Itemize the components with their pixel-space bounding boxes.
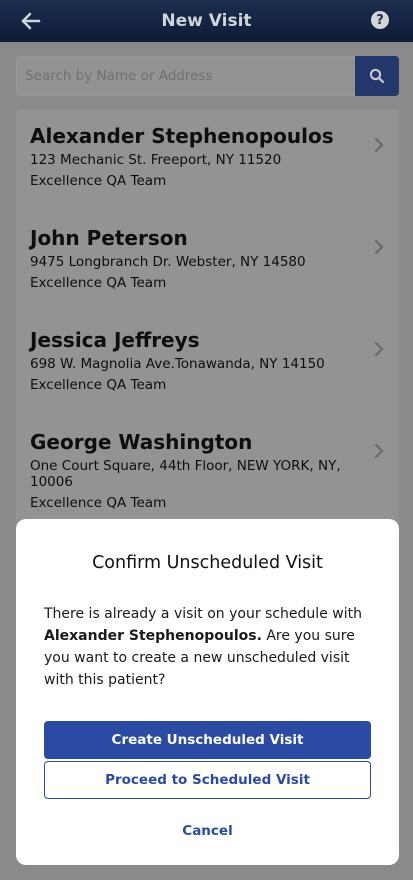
dialog-message-prefix: There is already a visit on your schedul…	[44, 606, 362, 622]
dialog-patient-name: Alexander Stephenopoulos.	[44, 628, 262, 644]
cancel-button[interactable]: Cancel	[44, 823, 371, 839]
dialog-message: There is already a visit on your schedul…	[44, 603, 371, 691]
create-unscheduled-visit-button[interactable]: Create Unscheduled Visit	[44, 721, 371, 759]
confirm-dialog: Confirm Unscheduled Visit There is alrea…	[16, 519, 399, 865]
proceed-scheduled-visit-button[interactable]: Proceed to Scheduled Visit	[44, 761, 371, 799]
dialog-title: Confirm Unscheduled Visit	[92, 553, 323, 573]
